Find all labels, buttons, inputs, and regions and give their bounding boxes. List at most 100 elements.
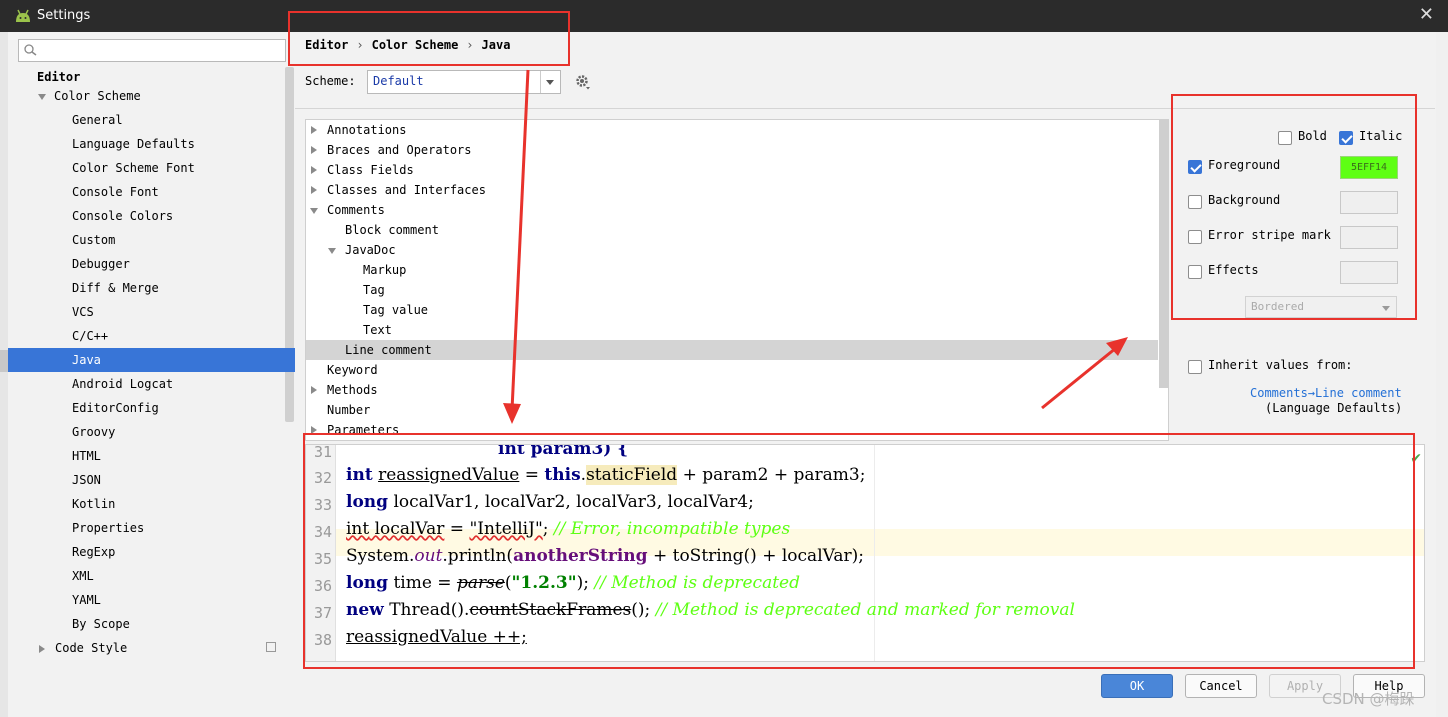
close-icon[interactable]: ✕ [1419,4,1434,25]
sidebar-item-by-scope[interactable]: By Scope [72,612,130,636]
line-number: 33 [313,496,332,514]
scheme-label: Scheme: [305,74,356,88]
tree-item-label: Class Fields [327,163,414,177]
tree-item-text[interactable]: Text [363,320,392,340]
sidebar-item-label: Code Style [55,641,128,655]
code-deprecated: countStackFrames [469,600,632,620]
tree-item-tag[interactable]: Tag [363,280,385,300]
inherit-checkbox[interactable] [1188,360,1202,374]
search-input[interactable] [18,39,286,62]
sidebar-item-label: Color Scheme [54,89,141,103]
tree-item-javadoc[interactable]: JavaDoc [328,240,396,260]
tree-item-class-fields[interactable]: Class Fields [311,160,414,180]
tree-item-classes[interactable]: Classes and Interfaces [311,180,486,200]
background-window-edge-right [1436,32,1448,717]
sidebar-item-xml[interactable]: XML [72,564,94,588]
sidebar-item-regexp[interactable]: RegExp [72,540,115,564]
attributes-tree[interactable]: Annotations Braces and Operators Class F… [305,119,1169,441]
sidebar-item-code-style[interactable]: Code Style [39,636,127,660]
sidebar-item-json[interactable]: JSON [72,468,101,492]
code-text: = [519,465,545,485]
background-window-edge [0,32,8,717]
tree-item-tag-value[interactable]: Tag value [363,300,428,320]
sidebar-item-custom[interactable]: Custom [72,228,115,252]
code-line-37: new Thread().countStackFrames(); // Meth… [346,600,1075,620]
sidebar-item-console-colors[interactable]: Console Colors [72,204,173,228]
sidebar-item-console-font[interactable]: Console Font [72,180,159,204]
code-text: reassignedValue ++; [346,627,527,647]
tree-item-annotations[interactable]: Annotations [311,120,406,140]
code-text: ( [504,573,512,593]
breadcrumb-color-scheme[interactable]: Color Scheme [372,38,459,52]
code-string: "IntelliJ" [469,519,543,539]
tree-item-label: Comments [327,203,385,217]
tree-item-methods[interactable]: Methods [311,380,378,400]
line-number: 38 [313,631,332,649]
code-line-36: long time = parse("1.2.3"); // Method is… [346,573,800,593]
chevron-right-icon [311,126,317,134]
sidebar-item-vcs[interactable]: VCS [72,300,94,324]
tree-item-parameters[interactable]: Parameters [311,420,400,440]
sidebar-item-android-logcat[interactable]: Android Logcat [72,372,173,396]
gear-icon[interactable] [575,74,591,90]
code-comment: // Method is deprecated and marked for r… [655,600,1075,620]
tree-item-line-comment[interactable]: Line comment [345,340,432,360]
code-keyword: int [346,519,370,539]
chevron-down-icon [328,248,336,254]
sidebar-item-debugger[interactable]: Debugger [72,252,130,276]
sidebar-item-kotlin[interactable]: Kotlin [72,492,115,516]
tree-item-comments[interactable]: Comments [310,200,385,220]
code-line-31: int param3) { [498,444,629,459]
right-margin-guide [874,445,875,661]
sidebar-item-groovy[interactable]: Groovy [72,420,115,444]
search-icon [24,44,37,56]
tree-item-label: Parameters [327,423,400,437]
code-text: ; [542,519,554,539]
tree-item-braces[interactable]: Braces and Operators [311,140,472,160]
line-number: 31 [313,444,332,461]
code-text: ); [576,573,595,593]
line-number: 32 [313,469,332,487]
code-text: int param3) { [498,444,629,459]
code-line-38: reassignedValue ++; [346,627,527,647]
inherit-link[interactable]: Comments→Line comment [1250,386,1402,400]
code-keyword: int [346,465,373,485]
attributes-scrollbar[interactable] [1159,120,1168,388]
sidebar-item-java[interactable]: Java [8,348,295,372]
tree-item-label: Methods [327,383,378,397]
sidebar-item-general[interactable]: General [72,108,123,132]
breadcrumb-java: Java [481,38,511,52]
copy-icon[interactable] [266,642,276,652]
check-icon: ✔ [1410,451,1422,467]
tree-item-keyword[interactable]: Keyword [327,360,378,380]
breadcrumb-editor[interactable]: Editor [305,38,348,52]
sidebar-item-diff-merge[interactable]: Diff & Merge [72,276,159,300]
ok-button[interactable]: OK [1101,674,1173,698]
code-keyword: this [544,465,581,485]
code-text: time = [388,573,457,593]
code-preview[interactable]: ✔ 31 32 33 34 35 36 37 38 int param3) { … [305,444,1425,662]
line-number: 34 [313,523,332,541]
tree-item-label: Classes and Interfaces [327,183,486,197]
tree-item-markup[interactable]: Markup [363,260,406,280]
code-keyword: long [346,492,389,512]
sidebar-item-html[interactable]: HTML [72,444,101,468]
chevron-right-icon [311,146,317,154]
sidebar-item-language-defaults[interactable]: Language Defaults [72,132,195,156]
sidebar-item-editorconfig[interactable]: EditorConfig [72,396,159,420]
tree-item-label: Braces and Operators [327,143,472,157]
code-line-34: int localVar = "IntelliJ"; // Error, inc… [346,519,790,539]
cancel-button[interactable]: Cancel [1185,674,1257,698]
code-line-35: System.out.println(anotherString + toStr… [346,546,864,566]
chevron-down-icon [310,208,318,214]
sidebar-item-yaml[interactable]: YAML [72,588,101,612]
sidebar-item-properties[interactable]: Properties [72,516,144,540]
tree-item-number[interactable]: Number [327,400,370,420]
sidebar-item-color-scheme-font[interactable]: Color Scheme Font [72,156,195,180]
sidebar-item-color-scheme[interactable]: Color Scheme [38,84,141,108]
sidebar-item-c-cpp[interactable]: C/C++ [72,324,108,348]
tree-item-block-comment[interactable]: Block comment [345,220,439,240]
inherit-source: (Language Defaults) [1265,401,1403,415]
scheme-dropdown[interactable]: Default [367,70,561,94]
code-text: localVar [369,519,445,539]
